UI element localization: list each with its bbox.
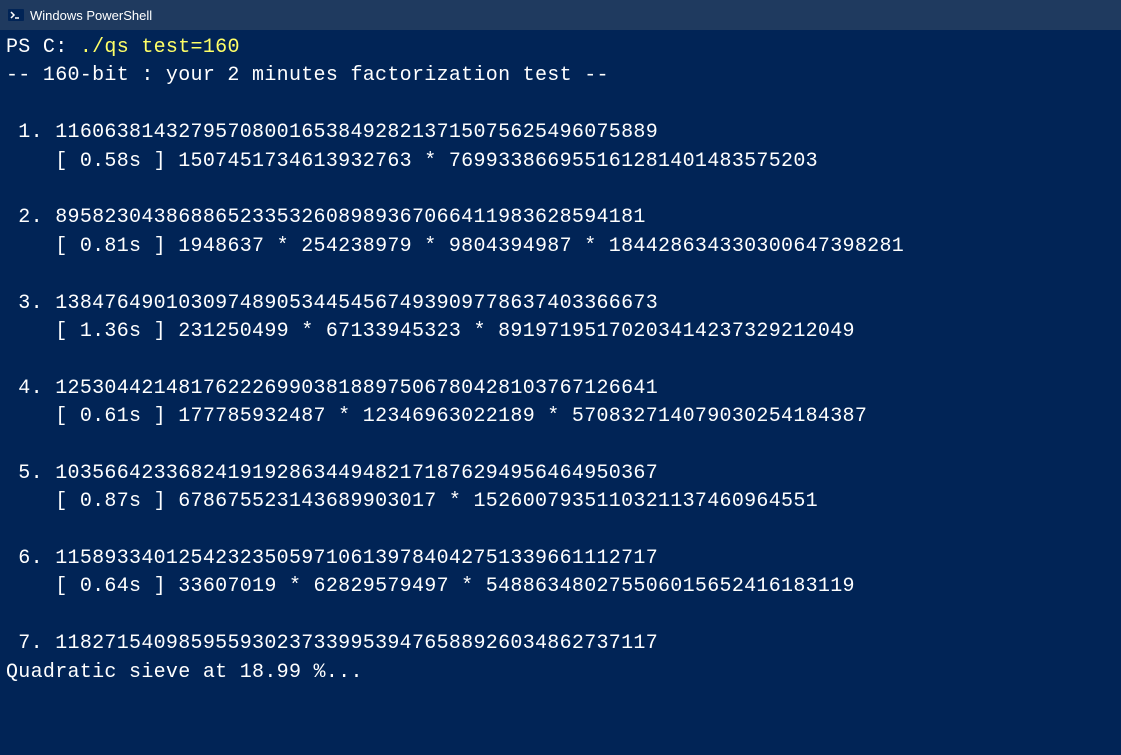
entry-factors: 678675523143689903017 * 1526007935110321… (178, 490, 818, 513)
entry-index: 5. (6, 462, 43, 485)
blank-line (6, 346, 1115, 374)
entry-time: 0.87s (80, 490, 142, 513)
entry-number: 8958230438688652335326089893670664119836… (55, 206, 646, 229)
entry-factors: 231250499 * 67133945323 * 89197195170203… (178, 320, 855, 343)
entry-factors: 1948637 * 254238979 * 9804394987 * 18442… (178, 235, 904, 258)
window-titlebar[interactable]: Windows PowerShell (0, 0, 1121, 30)
entry-number: 1384764901030974890534454567493909778637… (55, 292, 658, 315)
blank-line (6, 517, 1115, 545)
entry-number: 1158933401254232350597106139784042751339… (55, 547, 658, 570)
blank-line (6, 91, 1115, 119)
command: ./qs (80, 36, 129, 59)
entry-number: 1160638143279570800165384928213715075625… (55, 121, 658, 144)
entry-index: 2. (6, 206, 43, 229)
entry-factors: 33607019 * 62829579497 * 548863480275506… (178, 575, 855, 598)
entry-time: 0.61s (80, 405, 142, 428)
blank-line (6, 602, 1115, 630)
entry-number: 1035664233682419192863449482171876294956… (55, 462, 658, 485)
entry-factors: 177785932487 * 12346963022189 * 57083271… (178, 405, 867, 428)
entry-index: 7. (6, 632, 43, 655)
entry-index: 3. (6, 292, 43, 315)
entry-time: 0.64s (80, 575, 142, 598)
window-title: Windows PowerShell (30, 8, 152, 23)
entry-number: 1253044214817622269903818897506780428103… (55, 377, 658, 400)
entry-number: 1182715409859559302373399539476588926034… (55, 632, 658, 655)
entry-index: 6. (6, 547, 43, 570)
entry-index: 4. (6, 377, 43, 400)
test-header: -- 160-bit : your 2 minutes factorizatio… (6, 62, 1115, 90)
blank-line (6, 261, 1115, 289)
prompt: PS C: (6, 36, 80, 59)
entry-time: 0.58s (80, 150, 142, 173)
entry-index: 1. (6, 121, 43, 144)
entry-time: 1.36s (80, 320, 142, 343)
powershell-icon (8, 7, 24, 23)
command-args: test=160 (129, 36, 240, 59)
entry-factors: 1507451734613932763 * 769933866955161281… (178, 150, 818, 173)
terminal-output[interactable]: PS C: ./qs test=160 -- 160-bit : your 2 m… (0, 30, 1121, 691)
entry-time: 0.81s (80, 235, 142, 258)
blank-line (6, 176, 1115, 204)
progress-line: Quadratic sieve at 18.99 %... (6, 659, 1115, 687)
blank-line (6, 431, 1115, 459)
